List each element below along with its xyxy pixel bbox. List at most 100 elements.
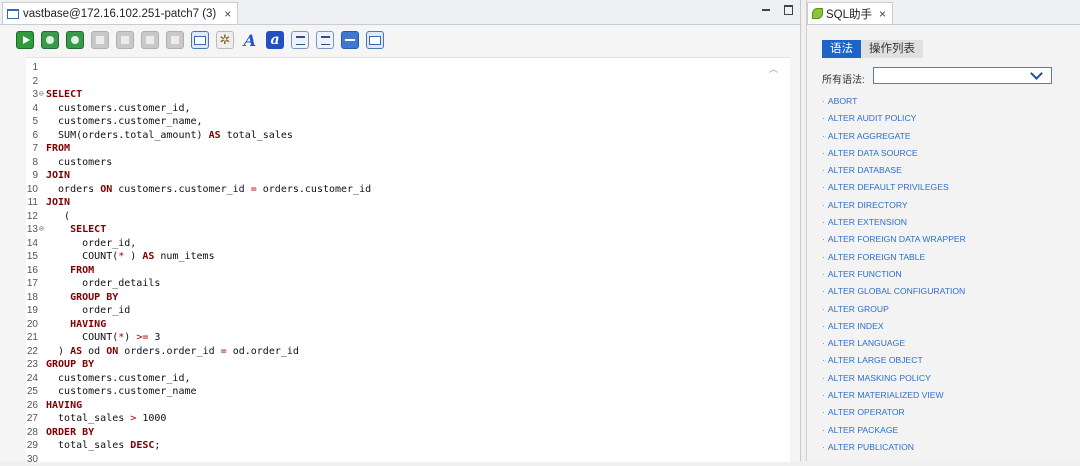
code-text: COUNT(*) >= 3 [46,331,160,345]
indent-icon[interactable] [341,31,359,49]
line-number: 28 [26,426,38,440]
lowercase-icon[interactable]: a [266,31,284,49]
sql-token: orders.customer_id [257,184,371,195]
sql-token: ( [46,211,70,222]
uncomment-icon[interactable] [316,31,334,49]
code-text: FROM [46,264,94,278]
sql-token: num_items [154,251,214,262]
editor-tab[interactable]: vastbase@172.16.102.251-patch7 (3) × [2,2,238,24]
syntax-list-item[interactable]: ALTER LANGUAGE [822,338,966,355]
syntax-list-item[interactable]: ALTER DEFAULT PRIVILEGES [822,182,966,199]
code-text: SUM(orders.total_amount) AS total_sales [46,129,293,143]
syntax-list-item[interactable]: ALTER DIRECTORY [822,200,966,217]
close-icon[interactable]: × [879,7,886,21]
sql-token [46,265,70,276]
syntax-list-item[interactable]: ALTER PACKAGE [822,425,966,442]
sql-token: 1000 [136,413,166,424]
line-number: 7 [26,142,38,156]
line-number: 3 [26,88,38,102]
export-icon[interactable] [191,31,209,49]
sql-token: orders.order_id [118,346,220,357]
syntax-list-item[interactable]: ALTER GLOBAL CONFIGURATION [822,286,966,303]
sql-keyword: JOIN [46,170,70,181]
code-editor[interactable]: 123⊖SELECT4 customers.customer_id,5 cust… [26,57,790,462]
uppercase-icon[interactable]: A [241,31,259,49]
sql-keyword: HAVING [70,319,106,330]
rollback-icon[interactable] [116,31,134,49]
scroll-up-icon[interactable]: ︿ [769,62,778,75]
code-text: FROM [46,142,70,156]
fold-toggle-icon[interactable]: ⊖ [39,87,44,101]
syntax-list-item[interactable]: ALTER DATABASE [822,165,966,182]
helper-tab[interactable]: SQL助手 × [807,2,893,24]
sql-token: ) [46,346,70,357]
syntax-list-item[interactable]: ALTER PUBLICATION [822,442,966,459]
close-icon[interactable]: × [224,7,231,21]
execute-step-icon[interactable] [41,31,59,49]
code-text: total_sales > 1000 [46,412,166,426]
disconnect-icon[interactable] [166,31,184,49]
syntax-select[interactable] [873,67,1052,84]
syntax-list-item[interactable]: ALTER FOREIGN DATA WRAPPER [822,234,966,251]
format-icon[interactable] [366,31,384,49]
syntax-list-item[interactable]: ALTER DATA SOURCE [822,148,966,165]
stop-icon[interactable] [141,31,159,49]
sql-token: od.order_id [227,346,299,357]
code-text: JOIN [46,169,70,183]
sql-keyword: JOIN [46,197,70,208]
code-text: customers.customer_name, [46,115,203,129]
minimize-button[interactable] [760,4,772,16]
syntax-list-item[interactable]: ALTER FOREIGN TABLE [822,252,966,269]
sql-token: total_sales [221,130,293,141]
code-text: SELECT [46,88,82,102]
syntax-list-item[interactable]: ALTER AGGREGATE [822,131,966,148]
syntax-list-item[interactable]: ALTER INDEX [822,321,966,338]
code-text: orders ON customers.customer_id = orders… [46,183,371,197]
line-number: 30 [26,453,38,466]
sql-keyword: AS [70,346,82,357]
line-number: 1 [26,61,38,75]
line-number: 21 [26,331,38,345]
line-number: 17 [26,277,38,291]
sql-keyword: GROUP BY [70,292,118,303]
window-controls [760,4,794,16]
syntax-list-item[interactable]: ALTER EXTENSION [822,217,966,234]
syntax-list-item[interactable]: ALTER GROUP [822,304,966,321]
sql-token: order_id, [46,238,136,249]
code-text: customers.customer_id, [46,102,191,116]
sql-token [46,224,70,235]
syntax-list-item[interactable]: ALTER LARGE OBJECT [822,355,966,372]
line-number: 13 [26,223,38,237]
syntax-list-item[interactable]: ALTER MASKING POLICY [822,373,966,390]
code-text: ORDER BY [46,426,94,440]
syntax-list-item[interactable]: ALTER FUNCTION [822,269,966,286]
operation-list-tab-button[interactable]: 操作列表 [861,40,923,58]
line-number: 20 [26,318,38,332]
sql-keyword: SELECT [46,89,82,100]
execute-plan-icon[interactable] [66,31,84,49]
sql-token: od [82,346,106,357]
fold-toggle-icon[interactable]: ⊖ [39,222,44,236]
minimize-icon [762,9,770,11]
sql-keyword: FROM [46,143,70,154]
helper-segment: 语法 操作列表 [822,40,923,58]
execute-icon[interactable] [16,31,34,49]
code-text: HAVING [46,399,82,413]
syntax-list-item[interactable]: ALTER AUDIT POLICY [822,113,966,130]
comment-icon[interactable] [291,31,309,49]
code-text: GROUP BY [46,358,94,372]
syntax-list-item[interactable]: ALTER MATERIALIZED VIEW [822,390,966,407]
sql-file-icon [7,9,19,19]
sql-token: ; [154,440,160,451]
line-number: 27 [26,412,38,426]
editor-toolbar: ✲ Aa [0,25,800,55]
settings-icon[interactable]: ✲ [216,31,234,49]
syntax-tab-button[interactable]: 语法 [822,40,861,58]
syntax-list-item[interactable]: ABORT [822,96,966,113]
sql-keyword: GROUP BY [46,359,94,370]
syntax-list-item[interactable]: ALTER OPERATOR [822,407,966,424]
sql-keyword: ON [106,346,118,357]
all-syntax-label: 所有语法: [822,71,865,86]
commit-icon[interactable] [91,31,109,49]
maximize-button[interactable] [782,4,794,16]
